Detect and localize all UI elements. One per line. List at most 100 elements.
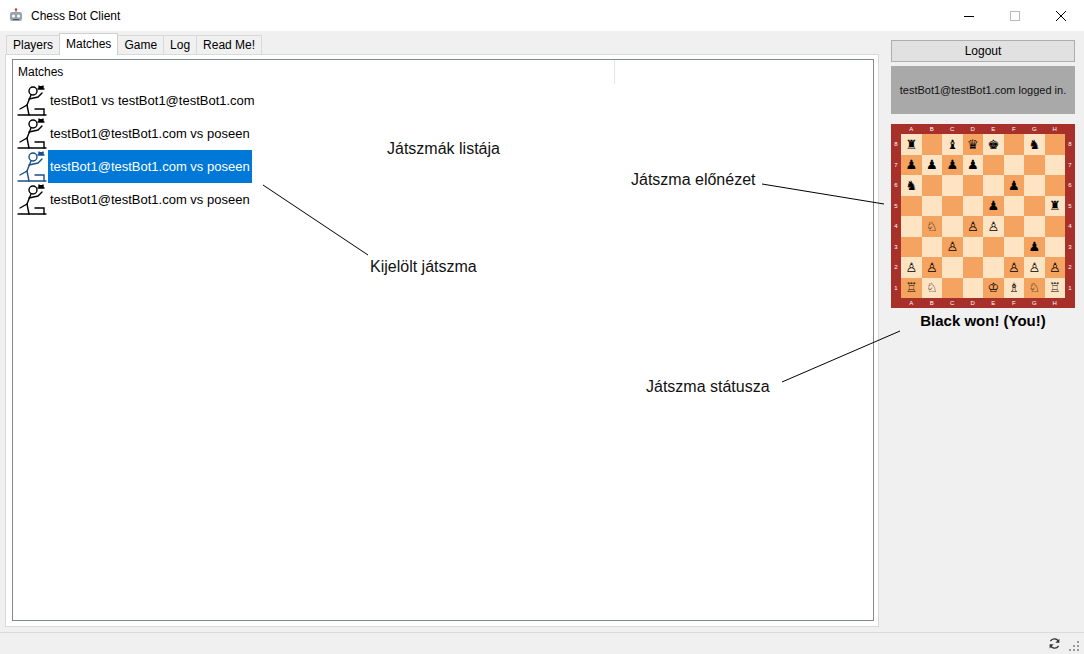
chess-piece: ♖ bbox=[905, 281, 917, 294]
close-icon bbox=[1056, 11, 1066, 21]
match-row[interactable]: testBot1 vs testBot1@testBot1.com bbox=[13, 84, 873, 117]
status-bar bbox=[0, 632, 1084, 654]
board-square bbox=[942, 216, 963, 237]
tab[interactable]: Players bbox=[6, 35, 60, 54]
board-square: ♟ bbox=[1024, 237, 1045, 258]
chess-piece: ♙ bbox=[946, 240, 958, 253]
rank-label: 5 bbox=[891, 196, 901, 217]
rank-label: 8 bbox=[1065, 134, 1075, 155]
file-label: F bbox=[1004, 124, 1025, 134]
file-label: C bbox=[942, 124, 963, 134]
chess-piece: ♖ bbox=[1049, 281, 1061, 294]
tab[interactable]: Read Me! bbox=[196, 35, 262, 54]
chess-player-icon bbox=[16, 151, 48, 183]
annotation-label: Játszma előnézet bbox=[631, 170, 756, 190]
annotation-label: Játszmák listája bbox=[387, 139, 500, 159]
file-label: H bbox=[1045, 124, 1066, 134]
annotation-label: Játszma státusza bbox=[646, 377, 770, 397]
file-label: E bbox=[983, 124, 1004, 134]
maximize-button[interactable] bbox=[992, 0, 1038, 31]
match-row[interactable]: testBot1@testBot1.com vs poseen bbox=[13, 150, 873, 183]
board-square bbox=[922, 134, 943, 155]
login-status: testBot1@testBot1.com logged in. bbox=[891, 66, 1075, 114]
board-square: ♙ bbox=[1045, 257, 1066, 278]
board-square bbox=[983, 237, 1004, 258]
board-square bbox=[1045, 134, 1066, 155]
match-row[interactable]: testBot1@testBot1.com vs poseen bbox=[13, 117, 873, 150]
resize-grip-icon[interactable] bbox=[1068, 640, 1080, 652]
board-square: ♗ bbox=[1004, 278, 1025, 299]
chess-piece: ♜ bbox=[905, 138, 917, 151]
file-label: H bbox=[1045, 298, 1066, 308]
file-label: A bbox=[901, 298, 922, 308]
board-square bbox=[1045, 175, 1066, 196]
board-square bbox=[1004, 196, 1025, 217]
file-label: G bbox=[1024, 124, 1045, 134]
chess-piece: ♜ bbox=[1049, 199, 1061, 212]
rank-label: 4 bbox=[891, 216, 901, 237]
board-square bbox=[1024, 175, 1045, 196]
board-square bbox=[963, 237, 984, 258]
annotation-lines bbox=[0, 0, 1084, 654]
chess-piece: ♘ bbox=[926, 281, 938, 294]
board-square: ♝ bbox=[942, 134, 963, 155]
file-label: D bbox=[963, 298, 984, 308]
refresh-icon[interactable] bbox=[1048, 637, 1061, 650]
board-square: ♖ bbox=[901, 278, 922, 299]
chess-piece: ♙ bbox=[987, 220, 999, 233]
chess-piece: ♙ bbox=[1008, 261, 1020, 274]
column-header[interactable]: Matches bbox=[13, 60, 615, 84]
minimize-button[interactable] bbox=[946, 0, 992, 31]
board-square bbox=[1004, 134, 1025, 155]
board-square bbox=[901, 216, 922, 237]
board-square: ♙ bbox=[963, 216, 984, 237]
file-label: G bbox=[1024, 298, 1045, 308]
tab-strip: PlayersMatchesGameLogRead Me! bbox=[5, 36, 879, 54]
matches-list: MatchestestBot1 vs testBot1@testBot1.com… bbox=[12, 59, 874, 621]
minimize-icon bbox=[964, 11, 974, 21]
board-square: ♖ bbox=[1045, 278, 1066, 299]
tab[interactable]: Game bbox=[117, 35, 164, 54]
board-square bbox=[942, 196, 963, 217]
chess-piece: ♘ bbox=[1028, 281, 1040, 294]
chess-player-icon bbox=[16, 118, 48, 150]
board-square bbox=[1004, 237, 1025, 258]
board-square bbox=[942, 257, 963, 278]
rank-label: 1 bbox=[891, 278, 901, 299]
rank-label: 1 bbox=[1065, 278, 1075, 299]
logout-button[interactable]: Logout bbox=[891, 40, 1075, 62]
match-label: testBot1 vs testBot1@testBot1.com bbox=[48, 84, 257, 117]
board-square bbox=[922, 175, 943, 196]
tab[interactable]: Matches bbox=[59, 33, 118, 55]
board-square bbox=[922, 237, 943, 258]
chess-piece: ♟ bbox=[987, 199, 999, 212]
board-square: ♟ bbox=[901, 155, 922, 176]
board-square: ♙ bbox=[901, 257, 922, 278]
file-label: B bbox=[922, 298, 943, 308]
board-square bbox=[1045, 155, 1066, 176]
close-button[interactable] bbox=[1038, 0, 1084, 31]
chess-piece: ♙ bbox=[1028, 261, 1040, 274]
board-square bbox=[963, 257, 984, 278]
board-square bbox=[983, 257, 1004, 278]
board-square bbox=[901, 237, 922, 258]
robot-icon bbox=[8, 8, 24, 24]
list-header: Matches bbox=[13, 60, 873, 84]
chess-piece: ♟ bbox=[1008, 179, 1020, 192]
match-row[interactable]: testBot1@testBot1.com vs poseen bbox=[13, 183, 873, 216]
file-label: B bbox=[922, 124, 943, 134]
chess-piece: ♚ bbox=[987, 138, 999, 151]
match-label: testBot1@testBot1.com vs poseen bbox=[48, 117, 252, 150]
board-square: ♘ bbox=[922, 216, 943, 237]
board-square bbox=[1045, 216, 1066, 237]
board-square bbox=[963, 278, 984, 299]
board-square bbox=[1045, 237, 1066, 258]
chess-piece: ♝ bbox=[946, 138, 958, 151]
tab[interactable]: Log bbox=[163, 35, 197, 54]
tab-page: MatchestestBot1 vs testBot1@testBot1.com… bbox=[5, 54, 879, 627]
board-square: ♟ bbox=[983, 196, 1004, 217]
rank-label: 2 bbox=[1065, 257, 1075, 278]
board-square bbox=[1004, 216, 1025, 237]
game-status: Black won! (You!) bbox=[891, 312, 1075, 329]
board-square: ♙ bbox=[942, 237, 963, 258]
